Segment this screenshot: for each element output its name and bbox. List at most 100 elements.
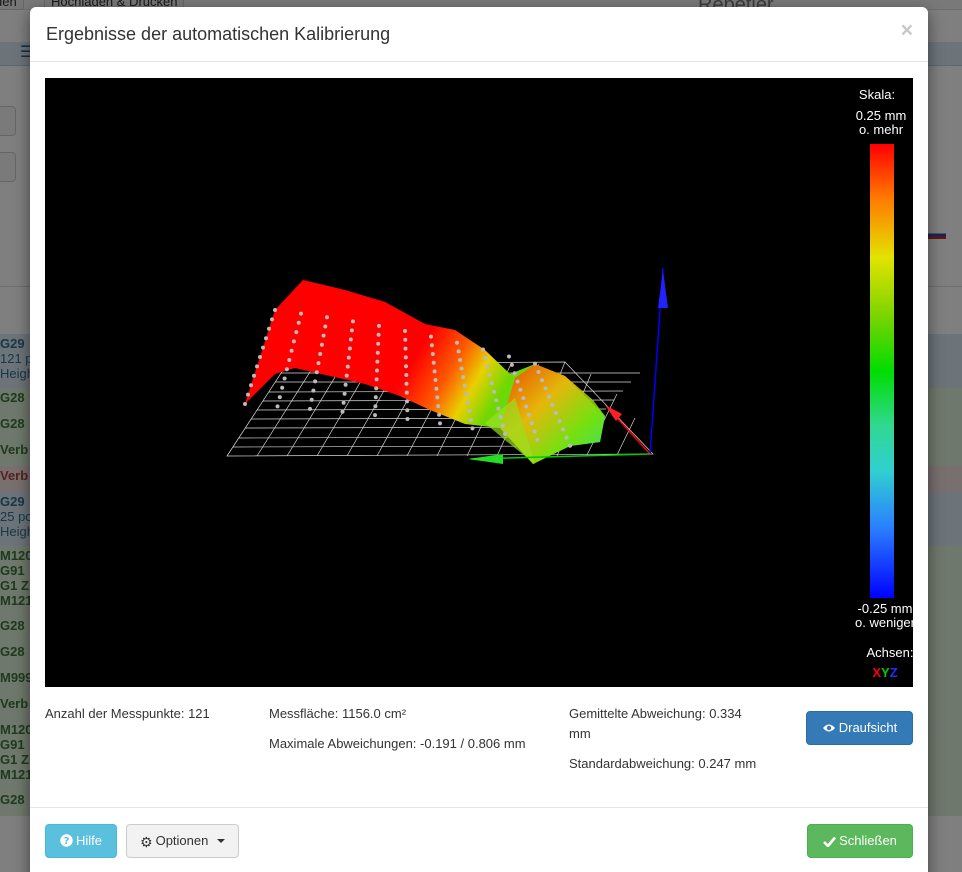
mesh-point bbox=[494, 398, 499, 403]
mesh-point bbox=[518, 387, 523, 392]
scale-max-line2: o. mehr bbox=[858, 122, 904, 137]
check-icon bbox=[823, 836, 837, 847]
mesh-point bbox=[564, 435, 569, 440]
svg-text:?: ? bbox=[64, 836, 70, 847]
mesh-point bbox=[403, 337, 408, 342]
mesh-point bbox=[464, 392, 469, 397]
mesh-point bbox=[323, 324, 328, 329]
mesh-point bbox=[430, 352, 435, 356]
mesh-point bbox=[314, 370, 319, 375]
mesh-point bbox=[373, 395, 378, 400]
mesh-point bbox=[273, 308, 277, 312]
mesh-point bbox=[311, 388, 316, 393]
mesh-point bbox=[529, 421, 534, 426]
mesh-point bbox=[243, 402, 247, 406]
mesh-point bbox=[515, 379, 520, 384]
mesh-point bbox=[405, 399, 409, 404]
options-button-label: Optionen bbox=[155, 833, 209, 848]
mesh-point bbox=[543, 386, 548, 391]
mesh-point bbox=[404, 381, 409, 386]
mesh-point bbox=[467, 409, 472, 414]
mesh-point bbox=[436, 404, 441, 409]
modal-title: Ergebnisse der automatischen Kalibrierun… bbox=[46, 24, 391, 44]
mesh-point bbox=[459, 366, 464, 371]
mesh-point bbox=[455, 340, 459, 345]
mesh-point bbox=[277, 395, 282, 400]
topview-button[interactable]: Draufsicht bbox=[806, 711, 913, 745]
gear-icon: ⚙ bbox=[140, 834, 153, 850]
mesh-point bbox=[405, 408, 410, 413]
mesh-point bbox=[512, 371, 517, 376]
mesh-point bbox=[376, 332, 381, 337]
mesh-point bbox=[456, 349, 461, 354]
mesh-point bbox=[316, 361, 321, 366]
mesh-point bbox=[403, 346, 408, 351]
mesh-point bbox=[434, 386, 439, 391]
mesh-point bbox=[252, 373, 256, 378]
help-button[interactable]: ? Hilfe bbox=[45, 824, 117, 858]
bed-mesh-canvas[interactable] bbox=[45, 78, 913, 687]
mesh-point bbox=[547, 394, 551, 399]
scale-min-line1: -0.25 mm bbox=[857, 601, 913, 616]
close-icon[interactable]: × bbox=[901, 19, 913, 43]
mesh-point bbox=[470, 426, 475, 431]
axes-title: Achsen: bbox=[866, 645, 914, 660]
mesh-point bbox=[325, 315, 329, 320]
mesh-point bbox=[435, 395, 440, 400]
scale-min-label: -0.25 mm o. weniger bbox=[845, 602, 913, 630]
mesh-point bbox=[462, 383, 467, 388]
mesh-point bbox=[404, 364, 408, 369]
mesh-point bbox=[483, 356, 488, 360]
question-circle-icon: ? bbox=[60, 834, 73, 847]
options-dropdown-button[interactable]: ⚙ Optionen bbox=[126, 824, 239, 858]
mesh-point bbox=[403, 329, 407, 333]
bed-mesh-3d-viewer[interactable]: Skala: 0.25 mm o. mehr -0.25 mm o. wenig… bbox=[45, 78, 913, 687]
modal-header: Ergebnisse der automatischen Kalibrierun… bbox=[30, 7, 928, 62]
mesh-point bbox=[374, 386, 379, 391]
scale-max-line1: 0.25 mm bbox=[855, 108, 907, 123]
mesh-point bbox=[489, 381, 494, 386]
mesh-point bbox=[498, 415, 503, 419]
mesh-point bbox=[377, 323, 381, 328]
mesh-point bbox=[321, 333, 326, 338]
mesh-point bbox=[458, 358, 463, 362]
mesh-point bbox=[507, 354, 511, 359]
close-button[interactable]: Schließen bbox=[807, 824, 913, 858]
mesh-point bbox=[374, 377, 379, 382]
mesh-point bbox=[487, 372, 492, 377]
mesh-point bbox=[309, 397, 314, 402]
mesh-point bbox=[261, 345, 265, 350]
scale-max-label: 0.25 mm o. mehr bbox=[837, 109, 913, 137]
topview-button-label: Draufsicht bbox=[838, 720, 898, 735]
mesh-point bbox=[561, 427, 565, 432]
stat-measure-area: Messfläche: 1156.0 cm² bbox=[269, 706, 407, 721]
mesh-point bbox=[536, 370, 541, 374]
mesh-point bbox=[503, 431, 507, 436]
modal-footer-divider bbox=[30, 807, 928, 808]
mesh-point bbox=[343, 382, 348, 387]
mesh-point bbox=[540, 378, 544, 383]
mesh-point bbox=[550, 402, 555, 407]
mesh-point bbox=[282, 376, 287, 381]
mesh-point bbox=[521, 396, 526, 401]
mesh-point bbox=[294, 330, 299, 335]
mesh-point bbox=[465, 400, 470, 405]
mesh-point bbox=[404, 390, 409, 395]
mesh-point bbox=[532, 429, 537, 434]
mesh-point bbox=[404, 373, 409, 377]
mesh-point bbox=[308, 406, 312, 411]
axis-x-label: X bbox=[872, 665, 882, 680]
mesh-point bbox=[437, 412, 442, 417]
scale-title: Skala: bbox=[858, 87, 896, 102]
eye-icon bbox=[822, 724, 835, 732]
stat-max-deviation: Maximale Abweichungen: -0.191 / 0.806 mm bbox=[269, 736, 526, 751]
mesh-point bbox=[533, 361, 537, 366]
mesh-point bbox=[373, 413, 377, 418]
mesh-point bbox=[342, 391, 347, 396]
mesh-point bbox=[296, 320, 301, 325]
mesh-point bbox=[432, 369, 437, 374]
stat-measure-points: Anzahl der Messpunkte: 121 bbox=[45, 706, 210, 721]
axis-y-label: Y bbox=[881, 665, 890, 680]
mesh-point bbox=[500, 423, 505, 428]
mesh-point bbox=[375, 350, 380, 355]
